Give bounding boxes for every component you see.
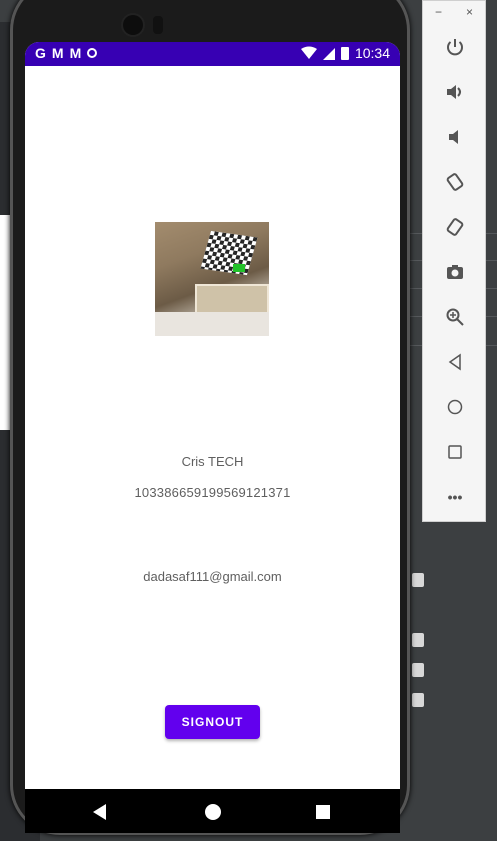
power-icon [447,39,463,56]
minimize-button[interactable]: − [435,5,442,19]
app-screen: G M M 10:34 Cris TECH 103386659199569121… [25,42,400,831]
photo-checkerboard [200,230,258,276]
volume-down-icon [449,130,458,144]
volume-up-button[interactable] [423,78,487,106]
toolbar-window-controls: − × [423,1,485,23]
home-button[interactable] [423,393,487,421]
rotate-left-button[interactable] [423,168,487,196]
zoom-icon [446,308,464,326]
wifi-icon [300,46,317,59]
overview-icon [448,445,462,459]
rotate-right-icon [446,218,464,236]
power-button[interactable] [423,33,487,61]
home-icon[interactable] [205,804,221,820]
battery-icon [340,46,349,60]
more-button[interactable]: ••• [423,483,487,511]
ide-collapse-icon[interactable] [412,663,424,677]
profile-photo [155,222,269,336]
overview-button[interactable] [423,438,487,466]
back-icon[interactable] [93,804,106,820]
screenshot-button[interactable] [423,258,487,286]
zoom-button[interactable] [423,303,487,331]
ide-collapse-icon[interactable] [412,633,424,647]
home-icon [447,399,463,415]
ide-collapse-icon[interactable] [412,573,424,587]
system-icons: 10:34 [300,45,390,61]
front-camera [123,15,143,35]
signout-button[interactable]: SIGNOUT [165,705,260,739]
signal-icon [322,48,335,60]
navigation-bar [25,789,400,833]
rotate-left-icon [446,173,464,191]
volume-down-button[interactable] [423,123,487,151]
speaker [153,16,163,34]
user-name: Cris TECH [181,454,244,469]
ide-collapse-icon[interactable] [412,693,424,707]
notification-icons: G M M [35,45,98,61]
back-button[interactable] [423,348,487,376]
volume-up-icon [447,85,461,99]
back-icon [448,353,461,371]
status-bar: G M M 10:34 [25,42,400,66]
google-notification-icon: G [35,45,46,61]
camera-icon [447,265,463,279]
gmail-notification-icon: M [51,45,64,61]
gmail-notification-icon: M [69,45,82,61]
photo-green-mark [233,264,245,272]
clock: 10:34 [354,45,390,61]
record-icon [87,48,98,58]
emulator-toolbar: − × ••• [422,0,486,522]
user-email: dadasaf111@gmail.com [143,569,282,584]
photo-wall [155,312,269,336]
user-id: 103386659199569121371 [134,485,291,500]
close-button[interactable]: × [466,5,473,19]
overview-icon[interactable] [316,805,330,819]
rotate-right-button[interactable] [423,213,487,241]
